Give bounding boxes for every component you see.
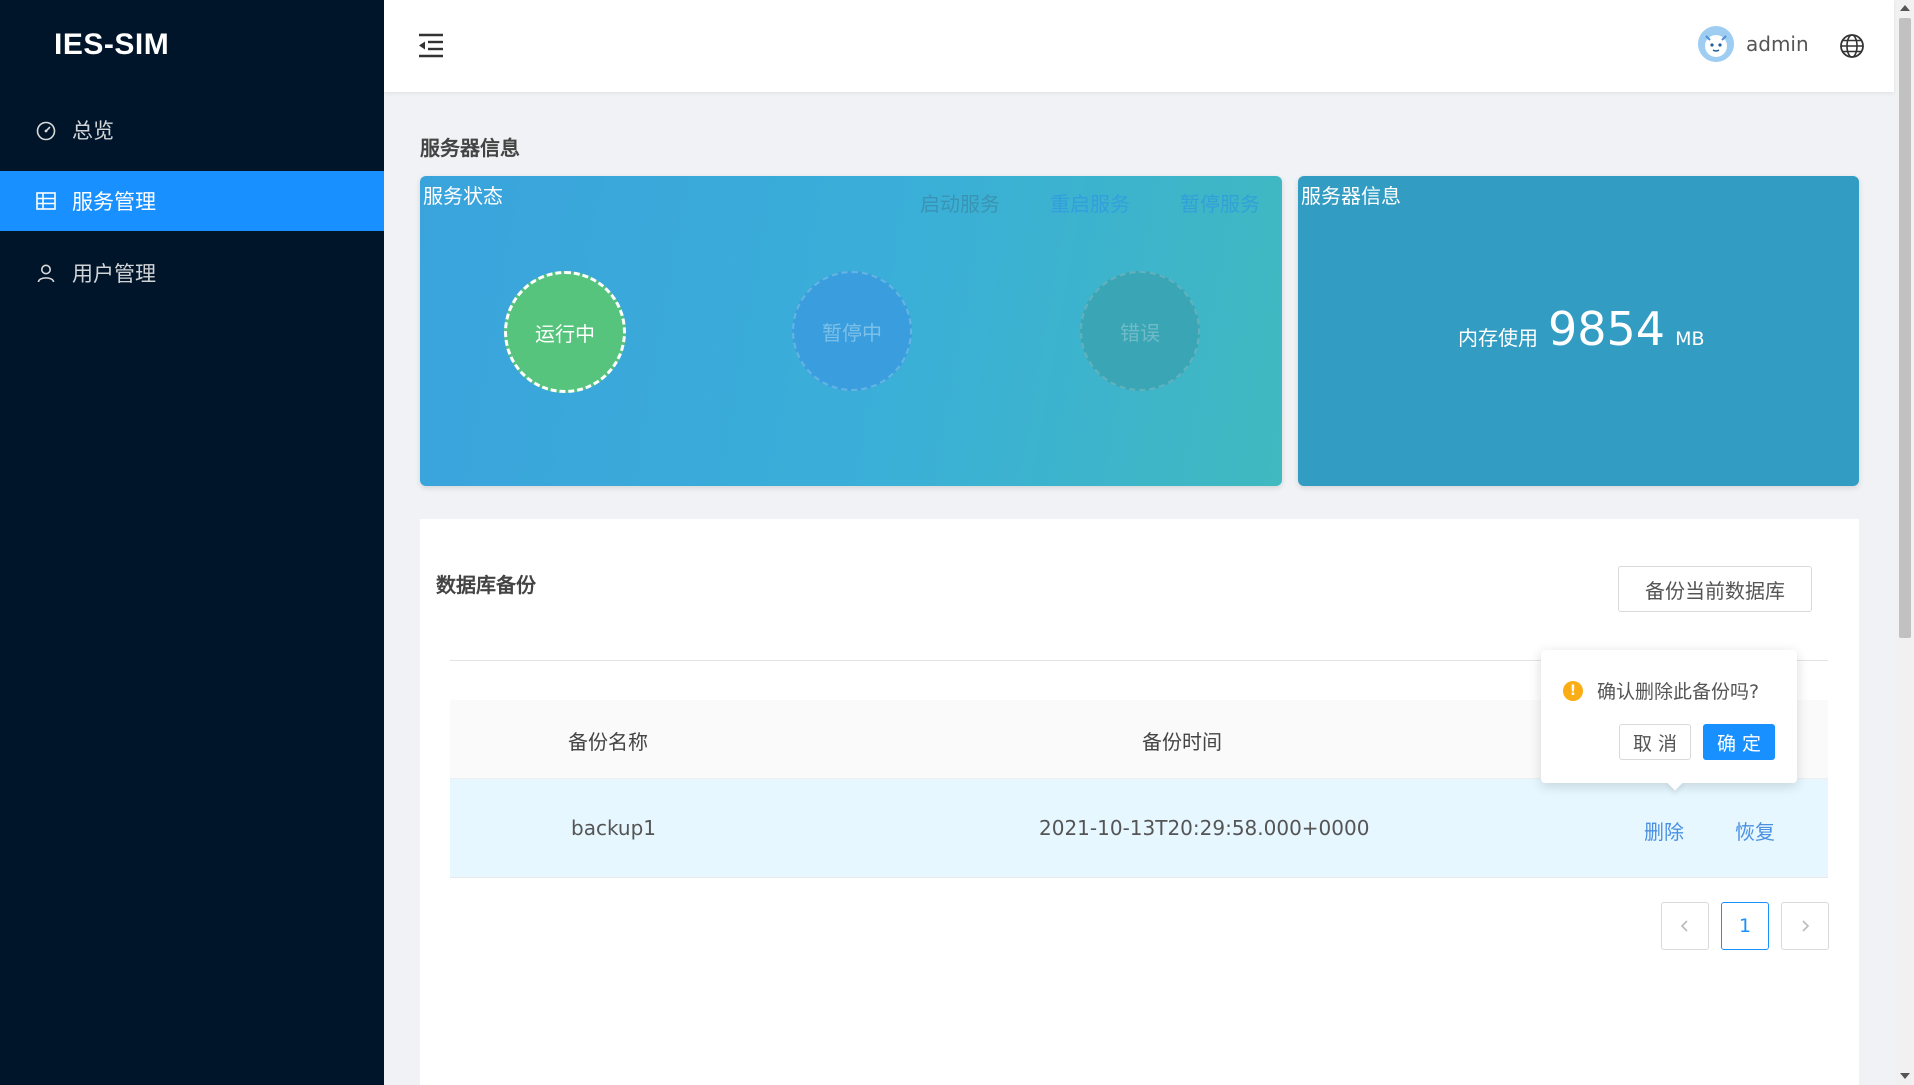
pagination-prev-button[interactable] <box>1661 902 1709 950</box>
backup-name-cell: backup1 <box>571 816 657 840</box>
table-icon <box>34 189 58 213</box>
confirm-button[interactable]: 确 定 <box>1703 724 1775 760</box>
status-running-indicator: 运行中 <box>504 271 626 393</box>
memory-value: 9854 <box>1548 302 1666 356</box>
avatar <box>1698 26 1734 62</box>
app-logo: IES-SIM <box>54 28 170 61</box>
sidebar-item-overview[interactable]: 总览 <box>0 100 384 160</box>
database-backup-panel: 数据库备份 备份当前数据库 备份名称 备份时间 backup1 2021-10-… <box>420 519 1859 1085</box>
column-header-name: 备份名称 <box>568 730 648 754</box>
start-service-button[interactable]: 启动服务 <box>920 188 1000 217</box>
sidebar-item-service-management[interactable]: 服务管理 <box>0 171 384 231</box>
globe-icon[interactable] <box>1838 32 1866 60</box>
confirm-text: 确认删除此备份吗? <box>1597 681 1760 703</box>
card-title: 服务状态 <box>423 184 503 208</box>
restart-service-button[interactable]: 重启服务 <box>1050 188 1130 217</box>
service-actions: 启动服务 重启服务 暂停服务 <box>920 188 1260 217</box>
status-error-indicator: 错误 <box>1080 271 1200 391</box>
memory-unit: MB <box>1675 328 1705 350</box>
card-title: 服务器信息 <box>1301 184 1401 208</box>
cancel-button[interactable]: 取 消 <box>1619 724 1691 760</box>
exclamation-icon: ! <box>1563 680 1583 701</box>
page-scrollbar[interactable] <box>1896 0 1914 1085</box>
section-title-server: 服务器信息 <box>420 136 520 160</box>
dashboard-icon <box>34 118 58 142</box>
column-header-time: 备份时间 <box>1142 730 1222 754</box>
scroll-down-icon[interactable] <box>1900 1073 1910 1079</box>
table-row: backup1 2021-10-13T20:29:58.000+0000 删除 … <box>450 779 1828 878</box>
user-menu[interactable]: admin <box>1698 26 1809 62</box>
delete-confirm-popover: ! 确认删除此备份吗? 取 消 确 定 <box>1541 650 1797 791</box>
status-paused-indicator: 暂停中 <box>792 271 912 391</box>
pagination-page[interactable]: 1 <box>1721 902 1769 950</box>
scroll-thumb[interactable] <box>1899 18 1911 638</box>
delete-link[interactable]: 删除 <box>1644 816 1684 845</box>
user-icon <box>34 261 58 285</box>
chevron-left-icon <box>1680 920 1688 932</box>
service-status-card: 服务状态 启动服务 重启服务 暂停服务 运行中 暂停中 错误 <box>420 176 1282 486</box>
restore-link[interactable]: 恢复 <box>1735 816 1775 845</box>
backup-current-database-button[interactable]: 备份当前数据库 <box>1618 566 1812 612</box>
sidebar-item-label: 总览 <box>72 119 114 143</box>
backup-time-cell: 2021-10-13T20:29:58.000+0000 <box>1039 816 1370 840</box>
memory-label: 内存使用 <box>1458 326 1538 350</box>
menu-fold-icon[interactable] <box>416 30 446 60</box>
sidebar-item-label: 服务管理 <box>72 190 156 214</box>
server-info-card: 服务器信息 内存使用 9854 MB <box>1298 176 1859 486</box>
pause-service-button[interactable]: 暂停服务 <box>1180 188 1260 217</box>
top-header: admin <box>384 0 1894 92</box>
pagination-next-button[interactable] <box>1781 902 1829 950</box>
memory-usage: 内存使用 9854 MB <box>1458 302 1705 356</box>
popover-message: ! 确认删除此备份吗? <box>1563 677 1759 704</box>
backup-title: 数据库备份 <box>436 573 536 597</box>
sidebar: IES-SIM 总览 服务管理 用户管理 <box>0 0 384 1085</box>
sidebar-item-label: 用户管理 <box>72 262 156 286</box>
username: admin <box>1746 32 1809 56</box>
scroll-up-icon[interactable] <box>1900 5 1910 11</box>
sidebar-item-user-management[interactable]: 用户管理 <box>0 243 384 303</box>
chevron-right-icon <box>1802 920 1810 932</box>
